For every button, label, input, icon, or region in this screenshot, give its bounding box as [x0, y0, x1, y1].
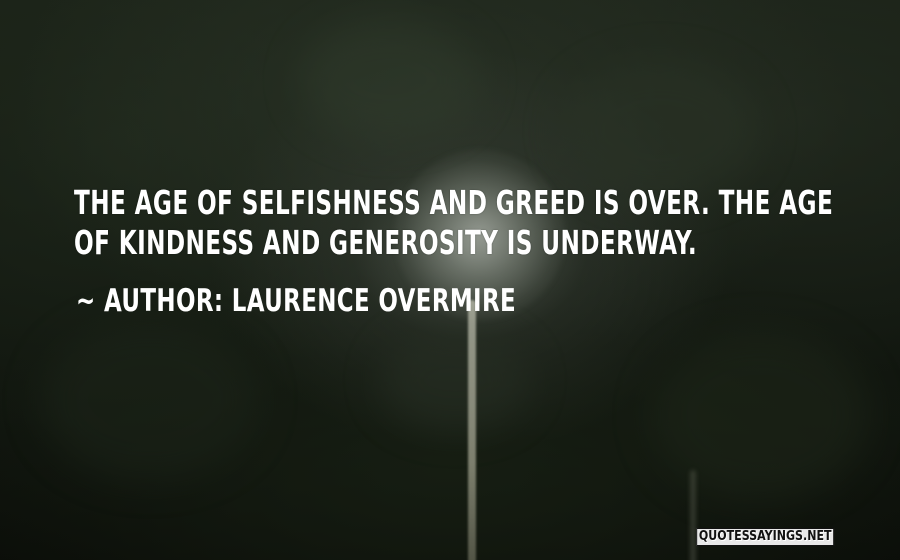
- background-blur: [380, 330, 530, 430]
- grass-stem: [690, 470, 696, 560]
- author-credit: ~ AUTHOR: LAURENCE OVERMIRE: [76, 283, 517, 319]
- quote-text: THE AGE OF SELFISHNESS AND GREED IS OVER…: [74, 183, 834, 263]
- background-blur: [650, 330, 870, 500]
- background-blur: [560, 60, 760, 200]
- background-blur: [40, 320, 260, 480]
- site-watermark: QUOTESSAYINGS.NET: [696, 528, 834, 546]
- background-blur: [300, 20, 480, 140]
- quote-image: THE AGE OF SELFISHNESS AND GREED IS OVER…: [0, 0, 900, 560]
- quote-line-1: THE AGE OF SELFISHNESS AND GREED IS OVER…: [74, 183, 834, 222]
- dandelion-stem: [468, 300, 476, 560]
- quote-line-2: OF KINDNESS AND GENEROSITY IS UNDERWAY.: [74, 223, 698, 262]
